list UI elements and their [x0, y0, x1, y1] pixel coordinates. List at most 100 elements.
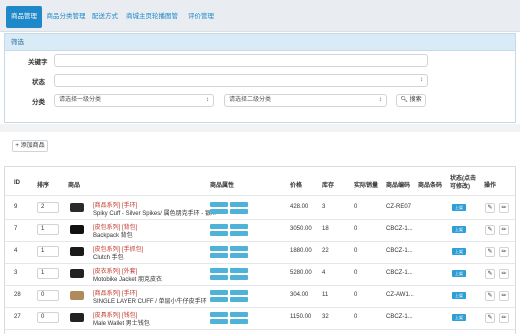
- cell-id: 28: [14, 292, 21, 298]
- keyword-input[interactable]: [54, 54, 428, 67]
- th-sales: 实际销量: [354, 183, 379, 189]
- product-name[interactable]: Male Wallet 男士钱包: [93, 318, 150, 327]
- edit-icon[interactable]: ✎: [485, 313, 495, 323]
- product-name[interactable]: SINGLE LAYER CUFF / 单层小牛仔皮手环: [93, 296, 207, 305]
- pencil-icon[interactable]: ✏: [499, 203, 509, 213]
- category1-select[interactable]: 请选择一级分类 ↕: [54, 94, 214, 107]
- cell-sales: 0: [354, 292, 358, 298]
- attribute-tag: [230, 275, 248, 280]
- status-label: 状态: [32, 79, 45, 86]
- cell-id: 27: [14, 314, 21, 320]
- sort-input[interactable]: 1: [37, 246, 59, 257]
- search-icon: 🔍︎: [400, 97, 408, 103]
- th-actions: 操作: [484, 183, 497, 189]
- attribute-tag: [210, 268, 228, 273]
- product-name[interactable]: Motobike Jacket 朋克皮衣: [93, 274, 162, 283]
- attribute-tag: [210, 246, 228, 251]
- pencil-icon[interactable]: ✏: [499, 313, 509, 323]
- attribute-tag: [210, 297, 228, 302]
- th-attributes: 商品属性: [210, 183, 235, 189]
- attribute-tag: [230, 209, 248, 214]
- tab-product-management[interactable]: 商品管理: [6, 6, 42, 28]
- nav-tabs: 商品管理 商品分类管理 配送方式 商城主页轮播图管理 评价管理: [0, 0, 520, 42]
- status-badge[interactable]: 上架: [452, 270, 466, 277]
- attribute-tag: [230, 224, 248, 229]
- cell-price: 1880.00: [290, 248, 312, 254]
- edit-icon[interactable]: ✎: [485, 203, 495, 213]
- plus-icon: +: [15, 143, 19, 149]
- cell-id: 9: [14, 204, 18, 210]
- sort-input[interactable]: 0: [37, 312, 59, 323]
- tab-reviews[interactable]: 评价管理: [188, 6, 214, 28]
- attribute-tag: [230, 268, 248, 273]
- th-sort: 排序: [37, 183, 50, 189]
- category1-placeholder: 请选择一级分类: [59, 97, 102, 103]
- edit-icon[interactable]: ✎: [485, 225, 495, 235]
- product-thumbnail: [70, 225, 84, 234]
- search-button[interactable]: 🔍︎ 搜索: [396, 94, 426, 107]
- th-id: ID: [14, 180, 20, 186]
- tab-category-management[interactable]: 商品分类管理: [46, 6, 86, 28]
- product-name[interactable]: Spiky Cuff - Silver Spikes/ 属色朋克手环 - 银..…: [93, 208, 216, 217]
- product-thumbnail: [70, 247, 84, 256]
- edit-icon[interactable]: ✎: [485, 291, 495, 301]
- cell-sales: 0: [354, 314, 358, 320]
- chevron-updown-icon: ↕: [420, 77, 423, 83]
- tab-delivery[interactable]: 配送方式: [92, 6, 118, 28]
- attribute-tag: [210, 231, 228, 236]
- sort-input[interactable]: 2: [37, 202, 59, 213]
- cell-code: CBCZ-1...: [386, 270, 413, 276]
- row-divider: [5, 285, 515, 286]
- add-product-button[interactable]: + 添加商品: [12, 140, 48, 152]
- product-thumbnail: [70, 203, 84, 212]
- category2-select[interactable]: 请选择二级分类 ↕: [224, 94, 387, 107]
- sort-input[interactable]: 1: [37, 224, 59, 235]
- attribute-tag: [230, 290, 248, 295]
- th-price: 价格: [290, 183, 303, 189]
- cell-code: CBCZ-1...: [386, 248, 413, 254]
- cell-sales: 0: [354, 204, 358, 210]
- chevron-updown-icon: ↕: [206, 97, 209, 103]
- cell-price: 1150.00: [290, 314, 312, 320]
- edit-icon[interactable]: ✎: [485, 269, 495, 279]
- tab-carousel[interactable]: 商城主页轮播图管理: [123, 6, 181, 42]
- cell-price: 428.00: [290, 204, 309, 210]
- header-divider: [5, 195, 515, 196]
- product-name[interactable]: Backpack 背包: [93, 230, 133, 239]
- th-image: 商品: [68, 183, 81, 189]
- status-select[interactable]: ↕: [54, 74, 428, 87]
- sort-input[interactable]: 0: [37, 290, 59, 301]
- attribute-tag: [210, 224, 228, 229]
- chevron-updown-icon: ↕: [379, 97, 382, 103]
- edit-icon[interactable]: ✎: [485, 247, 495, 257]
- status-badge[interactable]: 上架: [452, 248, 466, 255]
- category-label: 分类: [32, 99, 45, 106]
- cell-stock: 3: [322, 204, 326, 210]
- attribute-tag: [210, 253, 228, 258]
- status-badge[interactable]: 上架: [452, 204, 466, 211]
- pencil-icon[interactable]: ✏: [499, 247, 509, 257]
- cell-sales: 0: [354, 248, 358, 254]
- cell-code: CZ-RE07: [386, 204, 412, 210]
- attribute-tag: [210, 202, 228, 207]
- status-badge[interactable]: 上架: [452, 226, 466, 233]
- cell-code: CBCZ-1...: [386, 226, 413, 232]
- attribute-tag: [230, 231, 248, 236]
- th-status: 状态(点击可修改): [450, 176, 476, 190]
- pencil-icon[interactable]: ✏: [499, 269, 509, 279]
- cell-code: CZ-AW1...: [386, 292, 414, 298]
- sort-input[interactable]: 1: [37, 268, 59, 279]
- status-badge[interactable]: 上架: [452, 292, 466, 299]
- th-code: 商品编码: [386, 183, 411, 189]
- attribute-tag: [210, 209, 228, 214]
- add-product-label: 添加商品: [20, 143, 45, 149]
- cell-id: 4: [14, 248, 18, 254]
- pencil-icon[interactable]: ✏: [499, 291, 509, 301]
- status-badge[interactable]: 上架: [452, 314, 466, 321]
- product-thumbnail: [70, 313, 84, 322]
- attribute-tag: [210, 319, 228, 324]
- cell-sales: 0: [354, 270, 358, 276]
- pencil-icon[interactable]: ✏: [499, 225, 509, 235]
- row-divider: [5, 263, 515, 264]
- product-name[interactable]: Clutch 手包: [93, 252, 124, 261]
